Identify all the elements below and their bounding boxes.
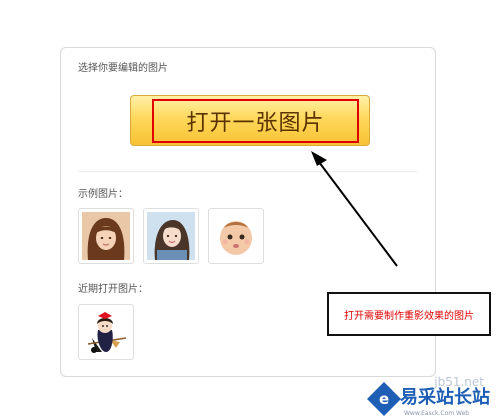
watermark-site-sub: Www.Easck.Com Web: [404, 410, 470, 417]
baby-portrait-icon: [212, 212, 260, 260]
site-logo-icon: e: [367, 382, 401, 416]
recent-thumb-1[interactable]: [78, 304, 134, 360]
panel-heading: 选择你要编辑的图片: [78, 63, 168, 74]
anime-witch-icon: [82, 308, 130, 356]
divider: [78, 171, 417, 172]
example-thumb-1[interactable]: [78, 208, 134, 264]
examples-label: 示例图片：: [78, 189, 128, 200]
open-image-button[interactable]: 打开一张图片: [130, 95, 370, 146]
recent-label: 近期打开图片：: [78, 284, 148, 295]
callout-text: 打开需要制作重影效果的图片: [344, 310, 474, 322]
girl-portrait-icon: [147, 212, 195, 260]
example-thumb-3[interactable]: [208, 208, 264, 264]
button-highlight-frame: 打开一张图片: [152, 99, 359, 143]
watermark-site-name: 易采站长站: [400, 387, 490, 408]
annotation-callout: 打开需要制作重影效果的图片: [327, 292, 491, 336]
woman-portrait-icon: [82, 212, 130, 260]
example-thumb-2[interactable]: [143, 208, 199, 264]
open-image-button-label: 打开一张图片: [186, 111, 325, 136]
